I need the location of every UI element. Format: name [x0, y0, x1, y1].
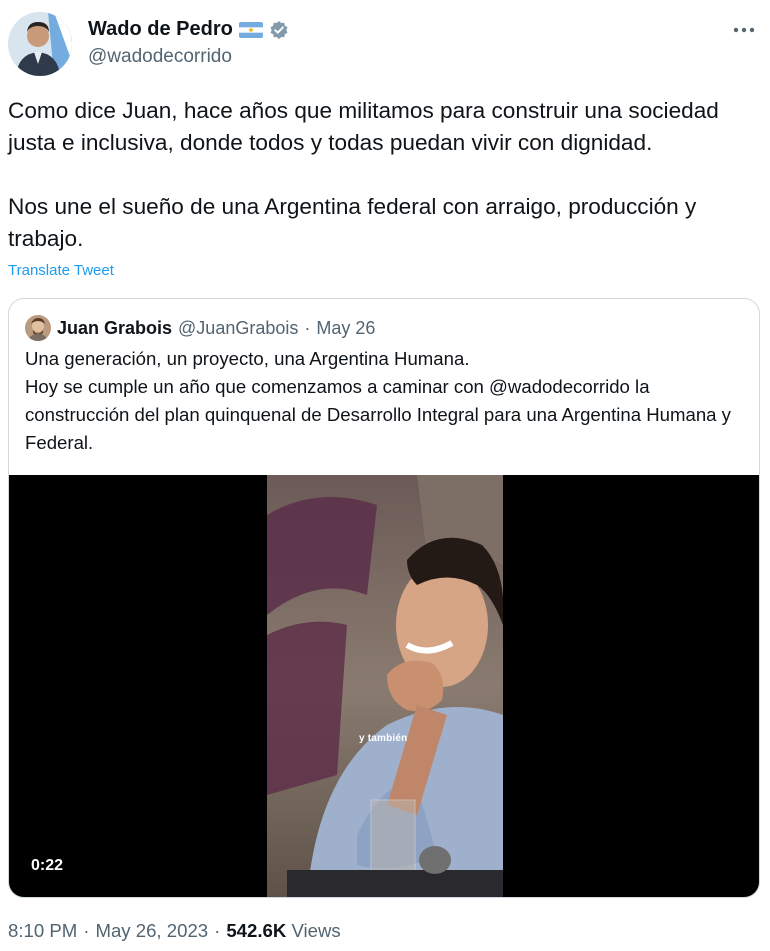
video-frame: y también: [267, 475, 503, 897]
author-avatar[interactable]: [8, 12, 72, 76]
quoted-tweet-text: Una generación, un proyecto, una Argenti…: [25, 348, 731, 453]
quoted-tweet-date: May 26: [316, 317, 376, 338]
author-name[interactable]: Wado de Pedro: [88, 18, 233, 41]
video-caption: y también: [359, 733, 408, 744]
tweet-text: Como dice Juan, hace años que militamos …: [8, 98, 719, 251]
quoted-tweet-header: Juan Grabois @JuanGrabois · May 26: [25, 315, 375, 341]
tweet-time[interactable]: 8:10 PM: [8, 920, 77, 942]
video-duration: 0:22: [31, 857, 64, 874]
quoted-author-avatar: [25, 315, 51, 341]
author-handle[interactable]: @wadodecorrido: [88, 46, 232, 68]
quoted-author-handle: @JuanGrabois: [178, 317, 299, 338]
quoted-author-name: Juan Grabois: [57, 317, 173, 338]
argentina-flag-icon: [238, 21, 263, 38]
views-count: 542.6K: [226, 920, 287, 941]
meta-separator: ·: [214, 920, 221, 941]
translate-tweet-link[interactable]: Translate Tweet: [8, 262, 114, 279]
video-player[interactable]: y también 0:22: [9, 475, 759, 897]
views-label: Views: [291, 920, 341, 941]
meta-separator: ·: [304, 317, 311, 338]
tweet-footer: 8:10 PM · May 26, 2023 · 542.6K Views: [8, 920, 341, 942]
more-horizontal-icon[interactable]: [730, 16, 758, 44]
verified-badge-icon: [269, 20, 289, 40]
tweet-date[interactable]: May 26, 2023: [95, 920, 208, 942]
quoted-tweet[interactable]: Juan Grabois @JuanGrabois · May 26 Una g…: [8, 298, 760, 898]
tweet-header: Wado de Pedro @wadodecorrido: [8, 12, 762, 78]
meta-separator: ·: [83, 920, 90, 941]
